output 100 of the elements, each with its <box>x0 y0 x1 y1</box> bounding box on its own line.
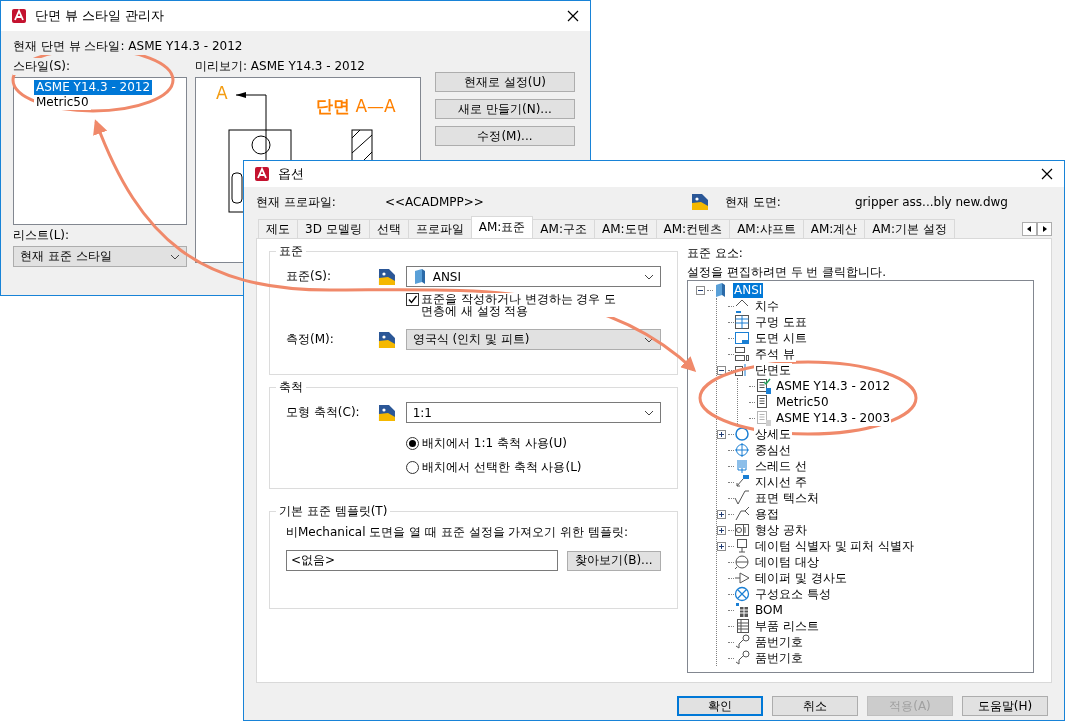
table-icon <box>734 314 750 330</box>
tab[interactable]: AM:도면 <box>593 219 657 238</box>
radio-button[interactable] <box>406 437 419 450</box>
tab[interactable]: AM:컨텐츠 <box>655 219 731 238</box>
expand-icon[interactable] <box>717 429 726 439</box>
tree-item[interactable]: 데이텀 식별자 및 피처 식별자 <box>754 538 916 554</box>
radio-button[interactable] <box>406 461 419 474</box>
datum-target-icon <box>734 554 750 570</box>
tree-item[interactable]: 품번기호 <box>754 650 804 666</box>
field-label: 모형 축척(C): <box>286 404 361 421</box>
section-marker: A <box>216 83 228 103</box>
thread-icon <box>734 458 750 474</box>
tab[interactable]: 3D 모델링 <box>297 219 370 238</box>
surface-texture-icon <box>734 490 750 506</box>
tab[interactable]: 선택 <box>368 219 409 238</box>
profile-value: <<ACADMPP>> <box>385 195 485 209</box>
tab[interactable]: AM:계산 <box>802 219 866 238</box>
field-label: 표준(S): <box>286 268 333 285</box>
template-field[interactable]: <없음> <box>286 550 558 571</box>
browse-button[interactable]: 찾아보기(B)... <box>567 550 661 571</box>
tree-item[interactable]: 주석 뷰 <box>754 346 796 362</box>
tree-item[interactable]: 지시선 주 <box>754 474 808 490</box>
tree-item[interactable]: 구멍 도표 <box>754 314 808 330</box>
balloon-icon <box>734 650 750 666</box>
expand-icon[interactable] <box>717 525 726 535</box>
collapse-icon[interactable] <box>717 365 726 375</box>
tree-item[interactable]: 상세도 <box>754 426 792 442</box>
checkbox[interactable] <box>406 293 419 306</box>
tree-item[interactable]: 치수 <box>754 298 780 314</box>
current-style-label: 현재 단면 뷰 스타일: ASME Y14.3 - 2012 <box>13 38 243 55</box>
group-title: 축척 <box>276 379 306 396</box>
close-icon[interactable] <box>566 9 580 23</box>
drawing-icon <box>690 194 710 210</box>
field-label: 측정(M): <box>286 331 335 348</box>
scale-dropdown[interactable]: 1:1 <box>405 402 661 423</box>
tolerance-icon <box>734 522 750 538</box>
tab[interactable]: 프로파일 <box>407 219 472 238</box>
tab[interactable]: 제도 <box>258 219 298 238</box>
tree-item[interactable]: 중심선 <box>754 442 792 458</box>
dialog-button[interactable]: 확인 <box>677 696 763 716</box>
balloon-icon <box>734 634 750 650</box>
tree-item[interactable]: 데이텀 대상 <box>754 554 820 570</box>
tree-item[interactable]: 용접 <box>754 506 780 522</box>
radio-label: 배치에서 선택한 축척 사용(L) <box>422 459 582 476</box>
tree-item[interactable]: 부품 리스트 <box>754 618 820 634</box>
scroll-right-icon[interactable] <box>1037 222 1052 236</box>
group-title: 기본 표준 템플릿(T) <box>276 503 391 520</box>
tree-item[interactable]: 구성요소 특성 <box>754 586 832 602</box>
standard-icon <box>376 268 397 285</box>
tree-item[interactable]: 스레드 선 <box>754 458 808 474</box>
tab[interactable]: AM:표준 <box>470 216 534 238</box>
dialog-button[interactable]: 새로 만들기(N)... <box>435 99 575 119</box>
dimension-icon <box>734 298 750 314</box>
dialog-button[interactable]: 도움말(H) <box>962 696 1048 716</box>
tab[interactable]: AM:기본 설정 <box>864 219 955 238</box>
radio-label: 배치에서 1:1 축척 사용(U) <box>422 435 567 452</box>
weld-icon <box>734 506 750 522</box>
list-item[interactable]: ASME Y14.3 - 2012 <box>34 80 153 95</box>
chevron-icon <box>644 273 654 280</box>
tree-item[interactable]: 도면 시트 <box>754 330 808 346</box>
tree-item[interactable]: 품번기호 <box>754 634 804 650</box>
template-description: 비Mechanical 도면을 열 때 표준 설정을 가져오기 위한 템플릿: <box>286 526 630 538</box>
standard-dropdown[interactable]: ANSI <box>405 266 661 287</box>
collapse-icon[interactable] <box>696 285 705 295</box>
standard-icon <box>376 404 397 421</box>
tab[interactable]: AM:구조 <box>532 219 595 238</box>
section-title: 단면 A—A <box>316 95 396 118</box>
centerline-icon <box>734 442 750 458</box>
scroll-left-icon[interactable] <box>1022 222 1037 236</box>
window-title: 단면 뷰 스타일 관리자 <box>35 7 166 25</box>
list-dropdown[interactable]: 현재 표준 스타일 <box>13 246 187 267</box>
dialog-button[interactable]: 취소 <box>772 696 858 716</box>
dialog-button[interactable]: 현재로 설정(U) <box>435 72 575 92</box>
close-icon[interactable] <box>1040 167 1054 181</box>
tree-item[interactable]: 표면 텍스처 <box>754 490 820 506</box>
tree-item[interactable]: ASME Y14.3 - 2003 <box>775 410 892 426</box>
bom-icon <box>734 602 750 618</box>
tree-item[interactable]: 테이퍼 및 경사도 <box>754 570 848 586</box>
measure-dropdown[interactable]: 영국식 (인치 및 피트) <box>405 329 661 350</box>
expand-icon[interactable] <box>717 541 726 551</box>
field-label: 리스트(L): <box>13 227 71 244</box>
detail-icon <box>734 426 750 442</box>
hint-text: 설정을 편집하려면 두 번 클릭합니다. <box>687 265 888 280</box>
chevron-icon <box>170 253 180 260</box>
tree-item[interactable]: 단면도 <box>754 362 792 378</box>
section-label: 표준 요소: <box>687 245 744 261</box>
tab[interactable]: AM:샤프트 <box>729 219 804 238</box>
parts-list-icon <box>734 618 750 634</box>
app-icon <box>254 166 270 182</box>
datum-icon <box>734 538 750 554</box>
preview-label: 미리보기: ASME Y14.3 - 2012 <box>195 58 366 75</box>
property-icon <box>734 586 750 602</box>
views-icon <box>734 346 750 362</box>
tree-item[interactable]: ANSI <box>733 282 764 298</box>
chevron-icon <box>644 409 654 416</box>
drawing-label: 현재 도면: <box>725 193 782 211</box>
list-item[interactable]: Metric50 <box>34 95 91 110</box>
expand-icon[interactable] <box>717 509 726 519</box>
tree-item[interactable]: 형상 공차 <box>754 522 808 538</box>
dialog-button[interactable]: 수정(M)... <box>435 126 575 146</box>
